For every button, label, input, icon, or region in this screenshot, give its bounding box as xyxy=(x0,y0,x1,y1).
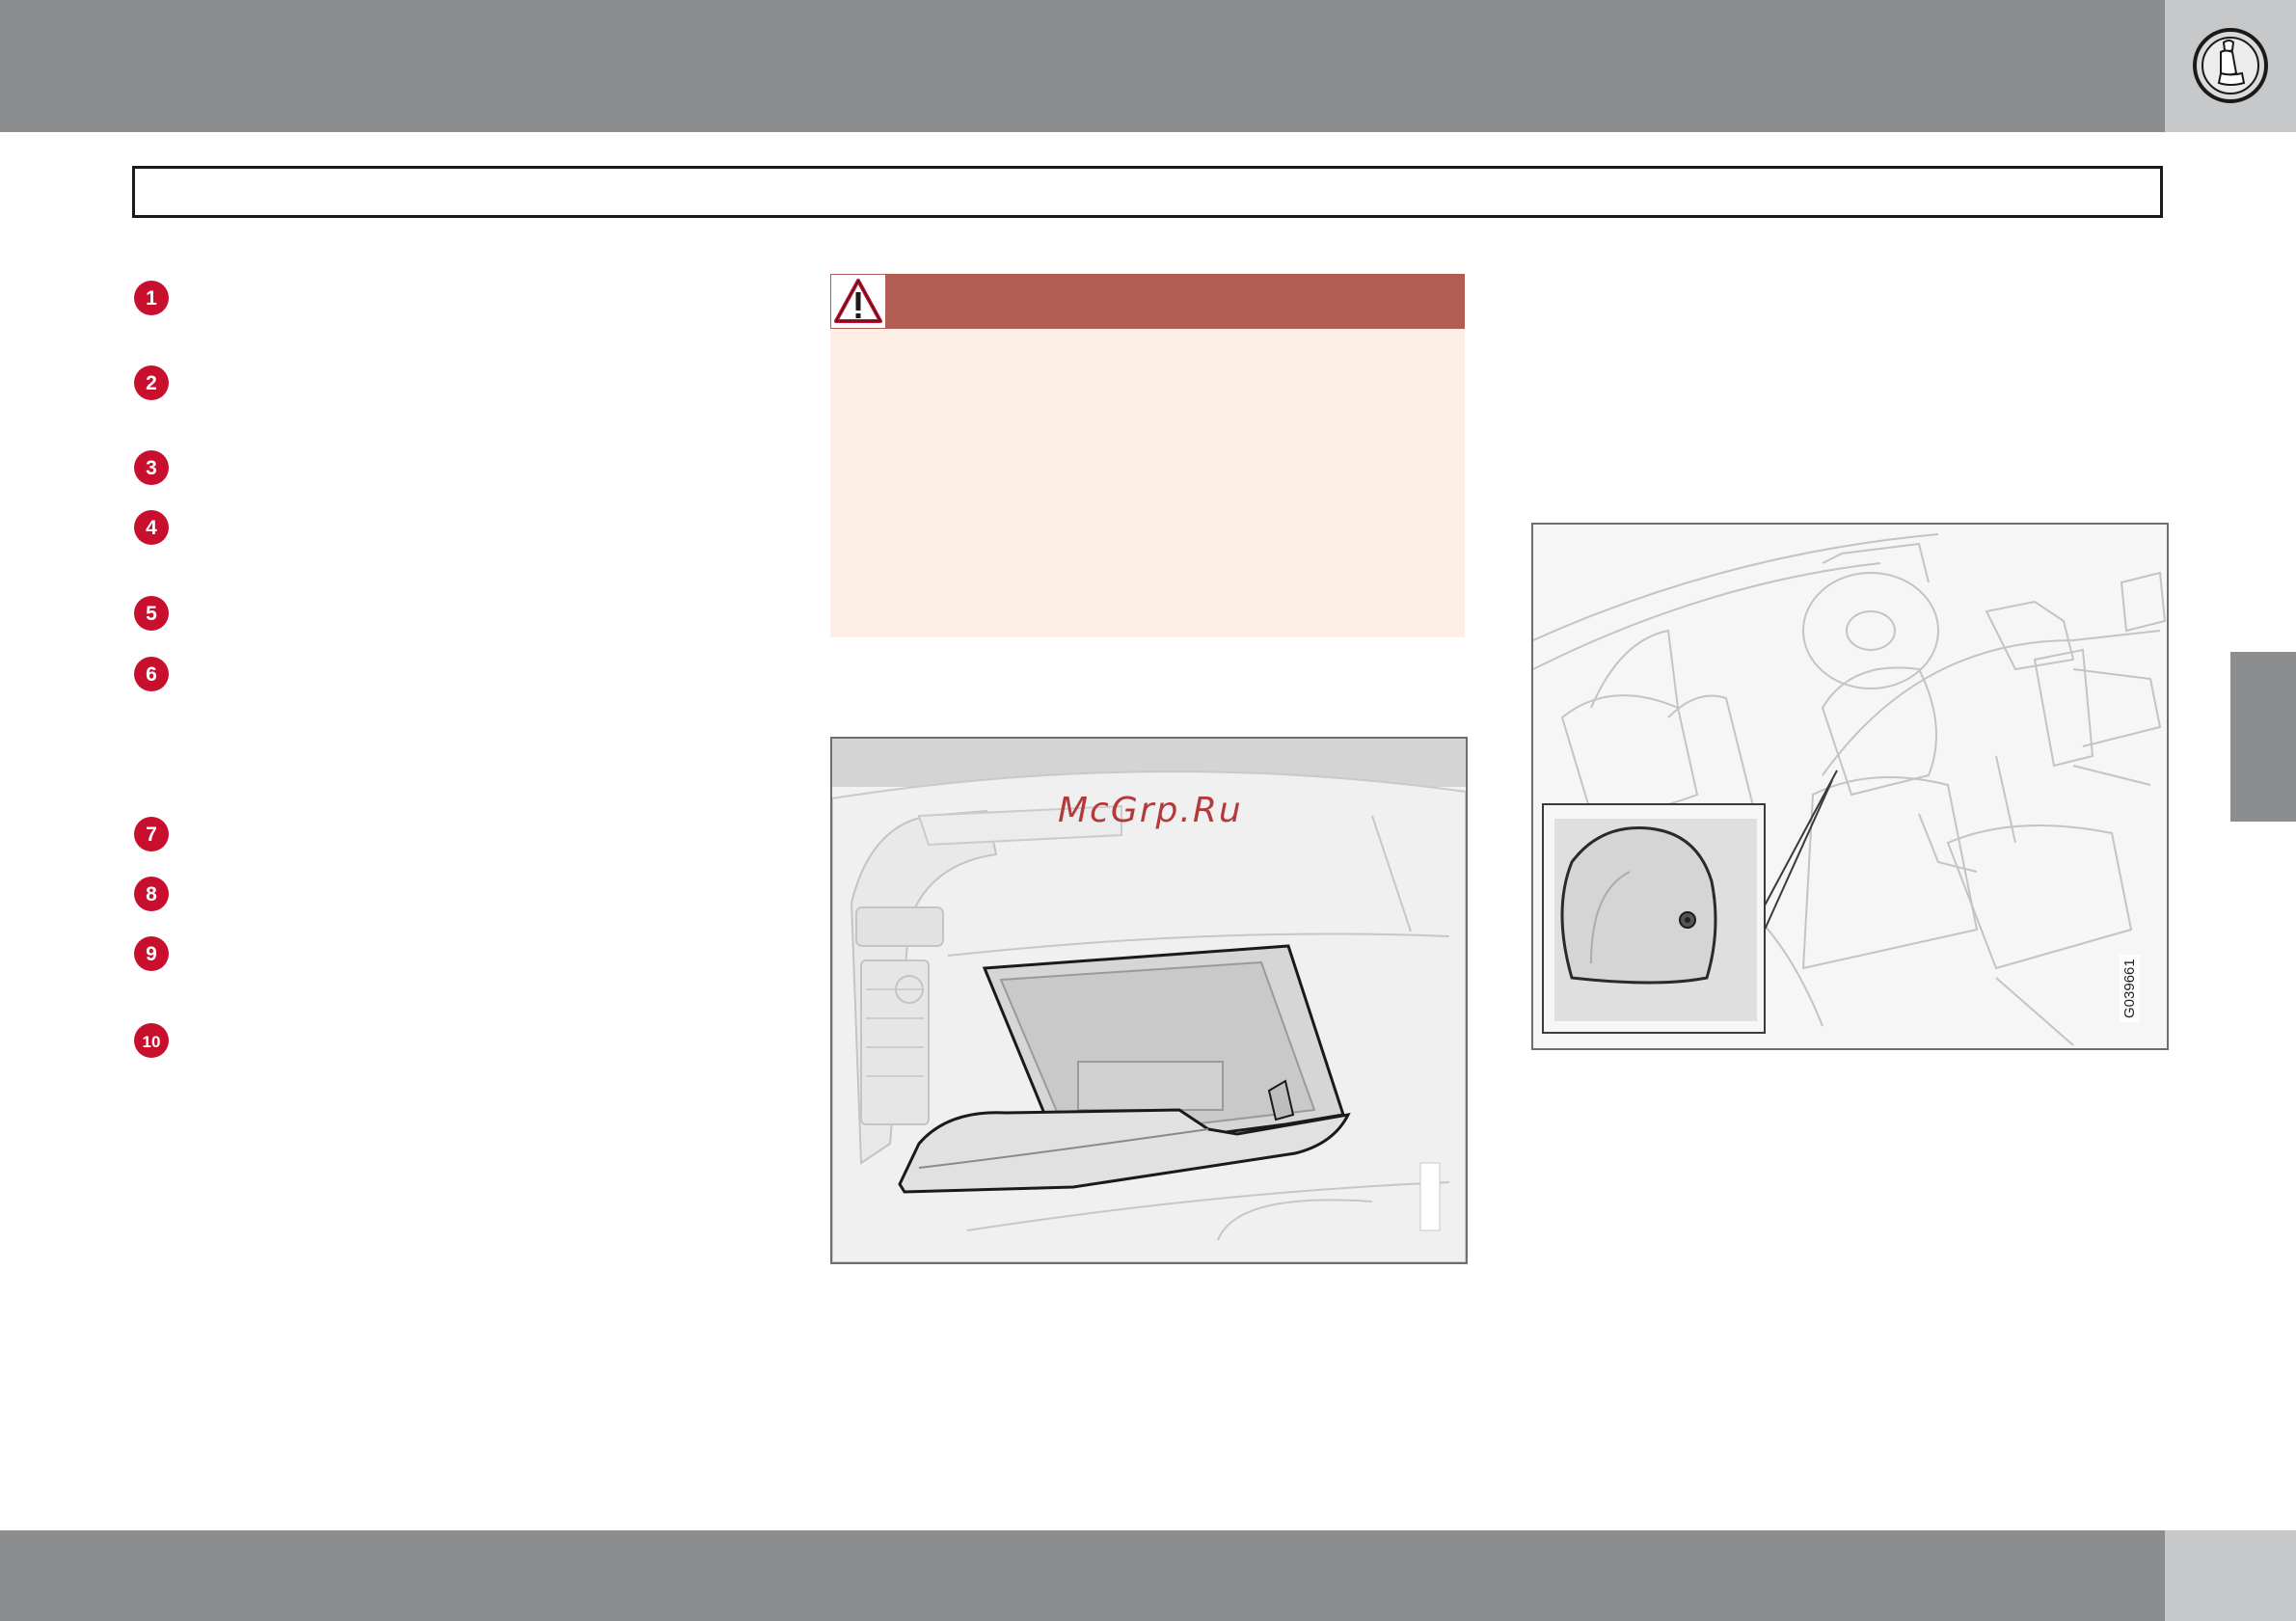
numbered-marker-1: 1 xyxy=(133,280,170,316)
footer-bar xyxy=(0,1530,2165,1621)
numbered-marker-3: 3 xyxy=(133,449,170,486)
numbered-marker-10: 10 xyxy=(133,1022,170,1059)
numbered-marker-6: 6 xyxy=(133,656,170,692)
section-title-box xyxy=(132,166,2163,218)
numbered-marker-label: 8 xyxy=(146,883,157,905)
numbered-marker-2: 2 xyxy=(133,365,170,401)
warning-header xyxy=(830,274,1465,329)
numbered-marker-label: 3 xyxy=(146,457,157,479)
seat-icon xyxy=(2192,27,2269,104)
footer-page-tab xyxy=(2165,1530,2296,1621)
numbered-marker-4: 4 xyxy=(133,509,170,546)
numbered-marker-label: 4 xyxy=(146,517,157,539)
numbered-marker-8: 8 xyxy=(133,876,170,912)
numbered-marker-5: 5 xyxy=(133,595,170,632)
watermark-text: McGrp.Ru xyxy=(1058,791,1243,830)
warning-body xyxy=(830,329,1465,637)
numbered-marker-label: 6 xyxy=(146,663,157,686)
header-bar xyxy=(0,0,2165,132)
numbered-marker-list: 1 2 3 4 5 6 7 8 9 10 xyxy=(133,0,191,1061)
numbered-marker-label: 7 xyxy=(146,824,157,846)
figure-code: G039661 xyxy=(2120,955,2140,1022)
numbered-marker-label: 10 xyxy=(143,1033,161,1051)
numbered-marker-7: 7 xyxy=(133,816,170,852)
headrest-illustration xyxy=(1531,523,2169,1050)
numbered-marker-label: 9 xyxy=(146,943,157,965)
numbered-marker-label: 2 xyxy=(146,372,157,394)
numbered-marker-label: 5 xyxy=(146,603,157,625)
numbered-marker-label: 1 xyxy=(146,287,157,310)
chapter-side-tab[interactable] xyxy=(2230,652,2296,822)
numbered-marker-9: 9 xyxy=(133,935,170,972)
warning-triangle-icon xyxy=(831,275,885,328)
